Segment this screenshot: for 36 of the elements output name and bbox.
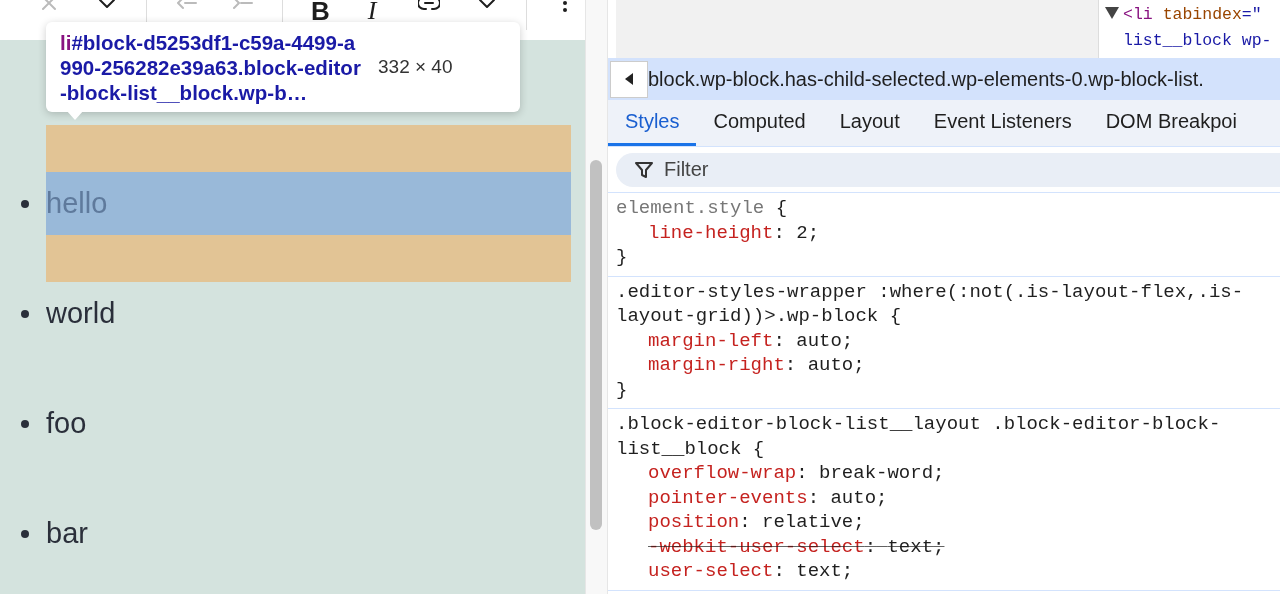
panel-tab[interactable]: Event Listeners bbox=[916, 100, 1089, 146]
italic-button[interactable]: I bbox=[367, 0, 377, 22]
css-declaration[interactable]: line-height: 2; bbox=[648, 221, 820, 244]
element-size: 332 × 40 bbox=[378, 56, 453, 78]
dom-node-text: list__block wp- bbox=[1123, 31, 1272, 50]
triangle-left-icon bbox=[624, 73, 634, 85]
scrollbar-thumb[interactable] bbox=[590, 160, 602, 530]
css-declaration[interactable]: position: relative; bbox=[648, 511, 865, 533]
css-declaration[interactable]: user-select: text; bbox=[648, 560, 854, 582]
panel-tab[interactable]: Styles bbox=[608, 100, 697, 146]
bullet-icon bbox=[21, 529, 29, 538]
filter-icon bbox=[634, 159, 654, 180]
css-selector: element.style { bbox=[616, 197, 788, 219]
list-item-text: hello bbox=[46, 187, 108, 220]
filter-input[interactable]: Filter bbox=[664, 154, 1280, 185]
filter-field[interactable]: Filter bbox=[616, 152, 1280, 187]
panel-tab[interactable]: DOM Breakpoi bbox=[1088, 100, 1254, 146]
element-selector: li#block-d5253df1-c59a-4499-a990-256282e39a63.block-editor-block-list__block.wp-b… bbox=[60, 29, 362, 105]
panel-tab[interactable]: Computed bbox=[696, 100, 823, 146]
css-declaration[interactable]: margin-right: auto; bbox=[648, 354, 865, 376]
list-item-text: world bbox=[46, 297, 116, 330]
scroll-left-button[interactable] bbox=[610, 60, 648, 98]
bullet-icon bbox=[21, 199, 29, 208]
css-declaration[interactable]: margin-left: auto; bbox=[648, 329, 854, 352]
css-declaration[interactable]: pointer-events: auto; bbox=[648, 486, 888, 509]
list-item-text: foo bbox=[46, 407, 87, 440]
bullet-icon bbox=[21, 419, 29, 428]
bullet-icon bbox=[21, 309, 29, 318]
list-item-text: bar bbox=[46, 517, 88, 550]
closing-brace: } bbox=[616, 378, 628, 401]
css-declaration[interactable]: overflow-wrap: break-word; bbox=[648, 462, 945, 484]
panel-tab[interactable]: Layout bbox=[822, 100, 917, 146]
dom-node[interactable]: <li tabindex=" bbox=[1123, 5, 1262, 24]
expand-triangle-icon[interactable] bbox=[1105, 7, 1119, 19]
closing-brace: } bbox=[616, 246, 628, 268]
bold-button[interactable]: B bbox=[311, 0, 330, 22]
